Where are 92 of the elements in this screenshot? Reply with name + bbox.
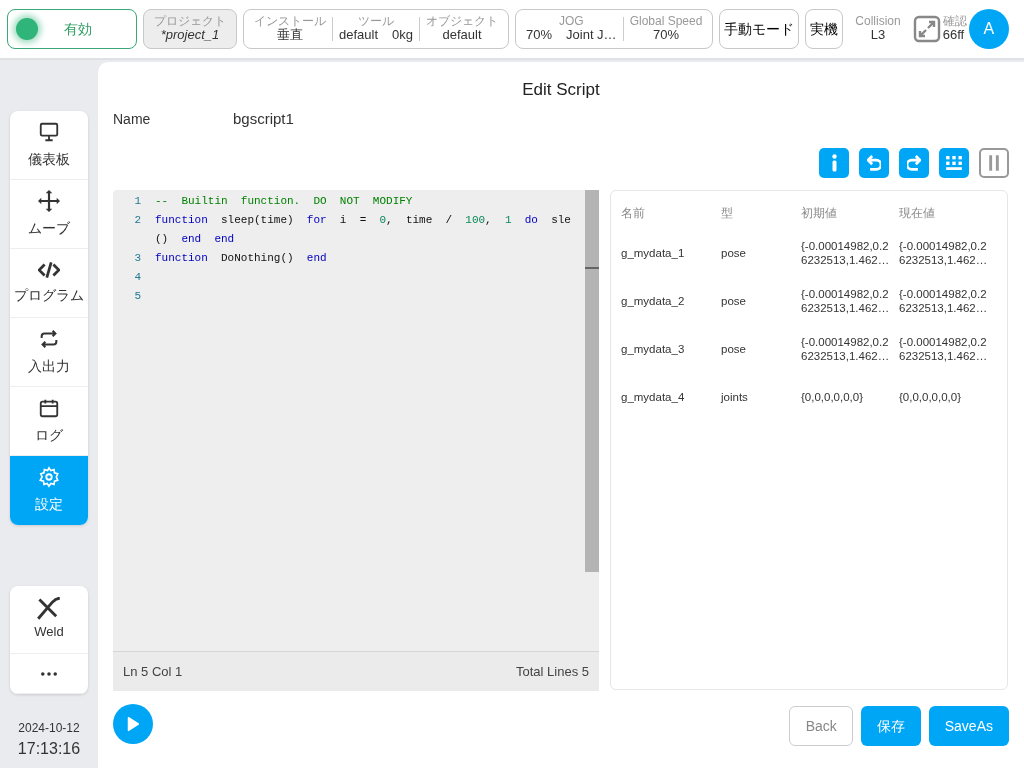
project-label: プロジェクト — [154, 14, 226, 29]
sidebar-label: Weld — [34, 623, 64, 642]
table-cell: pose — [721, 294, 746, 309]
field-value: 垂直 — [277, 28, 303, 44]
table-cell: {0,0,0,0,0,0} — [801, 390, 864, 405]
line-number: 1 — [133, 194, 142, 209]
play-button[interactable] — [113, 704, 153, 744]
code-line: () end end — [155, 232, 235, 247]
line-number: 2 — [133, 213, 142, 228]
mode-button[interactable]: 実機 — [805, 9, 844, 49]
table-cell: {-0.00014982,0.2 6232513,1.462… — [899, 238, 988, 268]
cursor-position: Ln 5 Col 1 — [123, 662, 183, 681]
sidebar-tab[interactable]: ムーブ — [10, 180, 88, 249]
sidebar-label: ログ — [35, 425, 63, 445]
table-cell: pose — [721, 246, 746, 261]
repeat-arrows-icon — [38, 327, 60, 350]
column-header: 現在値 — [899, 206, 936, 221]
line-number: 4 — [133, 270, 142, 285]
field-label: JOG — [559, 14, 584, 29]
code-line: function sleep(time) for i = 0, time / 100, 1 do sle — [155, 213, 571, 228]
table-cell: joints — [721, 390, 748, 405]
table-cell: g_mydata_2 — [621, 294, 685, 309]
code-icon — [38, 260, 60, 279]
redo-button[interactable] — [899, 148, 929, 178]
sidebar-label: ムーブ — [28, 218, 70, 238]
field-value: 70% — [526, 28, 553, 44]
confirm-value: 66ff — [942, 28, 965, 44]
pause-icon — [989, 155, 999, 171]
scrollbar[interactable] — [585, 190, 599, 572]
collision-label: Collision — [855, 14, 901, 29]
field-label: インストール — [254, 14, 326, 28]
project-name: *project_1 — [160, 28, 220, 44]
status-label: 有効 — [64, 19, 92, 39]
column-header: 初期値 — [801, 206, 838, 221]
monitor-icon — [38, 120, 60, 143]
field-value: 0kg — [392, 28, 413, 44]
sidebar-label: 入出力 — [28, 356, 70, 376]
table-cell: {-0.00014982,0.2 6232513,1.462… — [899, 286, 988, 316]
redo-icon — [907, 155, 921, 171]
date-text: 2024-10-12 — [17, 720, 81, 737]
sidebar-tab[interactable]: 儀表板 — [10, 111, 88, 180]
info-button[interactable] — [819, 148, 849, 178]
table-cell: {0,0,0,0,0,0} — [899, 390, 962, 405]
code-line: function DoNothing() end — [155, 251, 327, 266]
mode-button[interactable]: 手動モード — [719, 9, 800, 49]
column-header: 型 — [721, 206, 734, 221]
code-line: -- Builtin function. DO NOT MODIFY — [155, 194, 413, 209]
gear-icon — [38, 466, 60, 488]
keyboard-icon — [946, 156, 962, 170]
time-text: 17:13:16 — [16, 739, 82, 759]
line-count: Total Lines 5 — [516, 662, 589, 681]
field-value: 70% — [652, 28, 679, 44]
page-title: Edit Script — [521, 79, 601, 101]
action-button[interactable]: Back — [788, 706, 853, 746]
code-editor[interactable]: 1 -- Builtin function. DO NOT MODIFY 2 function sleep(time) for i = 0, time / 100, 1 do sle () end end 3 function DoNothing() end 4 5 Ln 5 Col 1 Total Lines 5 — [113, 190, 599, 691]
field-label: オブジェクト — [426, 14, 498, 29]
table-cell: g_mydata_3 — [621, 342, 685, 357]
welding-torch-icon — [37, 597, 61, 621]
expand-icon[interactable] — [912, 15, 941, 43]
info-icon — [831, 154, 837, 172]
line-number: 3 — [133, 251, 142, 266]
status-toggle[interactable]: 有効 — [7, 9, 137, 49]
sidebar-tab[interactable]: 入出力 — [10, 318, 88, 387]
line-number: 5 — [133, 289, 142, 304]
keyboard-button[interactable] — [939, 148, 969, 178]
confirm-label: 確認 — [942, 14, 967, 29]
name-label: Name — [113, 110, 151, 129]
table-cell: g_mydata_1 — [621, 246, 685, 261]
sidebar-label: 設定 — [35, 495, 63, 514]
sidebar-tab[interactable]: プログラム — [10, 249, 88, 318]
table-cell: g_mydata_4 — [621, 390, 685, 405]
pause-button[interactable] — [979, 148, 1009, 178]
field-value: default — [339, 28, 379, 44]
field-value: default — [442, 28, 482, 44]
field-label: ツール — [358, 14, 394, 29]
move-arrows-icon — [38, 189, 60, 212]
table-cell: {-0.00014982,0.2 6232513,1.462… — [899, 334, 988, 364]
field-value: Joint J… — [566, 28, 617, 44]
undo-icon — [867, 155, 881, 171]
undo-button[interactable] — [859, 148, 889, 178]
sidebar-label: プログラム — [14, 285, 84, 305]
table-cell: {-0.00014982,0.2 6232513,1.462… — [801, 334, 890, 364]
more-icon — [41, 671, 57, 676]
sidebar-label: 儀表板 — [28, 149, 70, 169]
collision-level: L3 — [870, 28, 886, 44]
table-cell: {-0.00014982,0.2 6232513,1.462… — [801, 238, 890, 268]
project-box[interactable]: プロジェクト *project_1 — [143, 9, 237, 49]
column-header: 名前 — [621, 206, 646, 221]
field-label: Global Speed — [629, 14, 703, 29]
script-name: bgscript1 — [233, 109, 294, 129]
table-cell: {-0.00014982,0.2 6232513,1.462… — [801, 286, 890, 316]
table-cell: pose — [721, 342, 746, 357]
